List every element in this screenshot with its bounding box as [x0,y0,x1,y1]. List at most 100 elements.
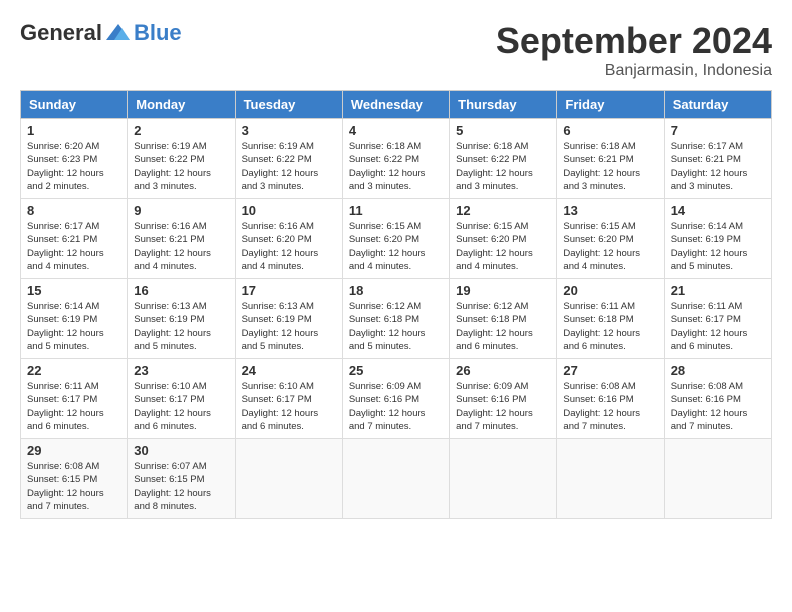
day-info: Sunrise: 6:12 AM Sunset: 6:18 PM Dayligh… [456,300,550,353]
calendar-day-cell: 17Sunrise: 6:13 AM Sunset: 6:19 PM Dayli… [235,279,342,359]
calendar-week-row: 22 Sunrise: 6:11 AM Sunset: 6:17 PM Dayli… [21,359,772,439]
col-thursday: Thursday [450,91,557,119]
calendar-day-cell: 23 Sunrise: 6:10 AM Sunset: 6:17 PM Dayli… [128,359,235,439]
logo: General Blue [20,20,182,46]
calendar-header-row: Sunday Monday Tuesday Wednesday Thursday… [21,91,772,119]
day-number: 22 [27,363,121,378]
day-info: Sunrise: 6:15 AM Sunset: 6:20 PM Dayligh… [563,220,657,273]
day-info: Sunrise: 6:11 AM Sunset: 6:18 PM Dayligh… [563,300,657,353]
calendar-day-cell: 20 Sunrise: 6:11 AM Sunset: 6:18 PM Dayli… [557,279,664,359]
empty-cell [342,439,449,519]
day-info: Sunrise: 6:17 AM Sunset: 6:21 PM Dayligh… [27,220,121,273]
calendar-week-row: 29 Sunrise: 6:08 AM Sunset: 6:15 PM Dayli… [21,439,772,519]
calendar-day-cell: 12 Sunrise: 6:15 AM Sunset: 6:20 PM Dayli… [450,199,557,279]
calendar-day-cell: 18 Sunrise: 6:12 AM Sunset: 6:18 PM Dayli… [342,279,449,359]
calendar-week-row: 8 Sunrise: 6:17 AM Sunset: 6:21 PM Daylig… [21,199,772,279]
calendar-table: Sunday Monday Tuesday Wednesday Thursday… [20,90,772,519]
day-number: 19 [456,283,550,298]
day-info: Sunrise: 6:13 AM Sunset: 6:19 PM Dayligh… [134,300,228,353]
calendar-day-cell: 8 Sunrise: 6:17 AM Sunset: 6:21 PM Daylig… [21,199,128,279]
col-sunday: Sunday [21,91,128,119]
calendar-day-cell: 15Sunrise: 6:14 AM Sunset: 6:19 PM Dayli… [21,279,128,359]
day-number: 16 [134,283,228,298]
day-number: 18 [349,283,443,298]
day-info: Sunrise: 6:07 AM Sunset: 6:15 PM Dayligh… [134,460,228,513]
calendar-day-cell: 25Sunrise: 6:09 AM Sunset: 6:16 PM Dayli… [342,359,449,439]
day-number: 26 [456,363,550,378]
day-info: Sunrise: 6:17 AM Sunset: 6:21 PM Dayligh… [671,140,765,193]
day-info: Sunrise: 6:16 AM Sunset: 6:20 PM Dayligh… [242,220,336,273]
day-number: 1 [27,123,121,138]
col-friday: Friday [557,91,664,119]
day-info: Sunrise: 6:09 AM Sunset: 6:16 PM Dayligh… [456,380,550,433]
day-info: Sunrise: 6:13 AM Sunset: 6:19 PM Dayligh… [242,300,336,353]
calendar-day-cell: 6 Sunrise: 6:18 AM Sunset: 6:21 PM Daylig… [557,119,664,199]
day-info: Sunrise: 6:15 AM Sunset: 6:20 PM Dayligh… [456,220,550,273]
day-number: 27 [563,363,657,378]
day-number: 14 [671,203,765,218]
day-number: 20 [563,283,657,298]
col-wednesday: Wednesday [342,91,449,119]
day-info: Sunrise: 6:12 AM Sunset: 6:18 PM Dayligh… [349,300,443,353]
day-info: Sunrise: 6:18 AM Sunset: 6:22 PM Dayligh… [456,140,550,193]
day-number: 30 [134,443,228,458]
day-number: 7 [671,123,765,138]
empty-cell [450,439,557,519]
day-info: Sunrise: 6:09 AM Sunset: 6:16 PM Dayligh… [349,380,443,433]
calendar-week-row: 1 Sunrise: 6:20 AM Sunset: 6:23 PM Daylig… [21,119,772,199]
day-number: 29 [27,443,121,458]
day-number: 9 [134,203,228,218]
calendar-day-cell: 10 Sunrise: 6:16 AM Sunset: 6:20 PM Dayli… [235,199,342,279]
day-info: Sunrise: 6:08 AM Sunset: 6:16 PM Dayligh… [671,380,765,433]
calendar-day-cell: 14 Sunrise: 6:14 AM Sunset: 6:19 PM Dayli… [664,199,771,279]
calendar-day-cell: 3Sunrise: 6:19 AM Sunset: 6:22 PM Daylig… [235,119,342,199]
logo-icon [104,22,132,44]
calendar-day-cell: 29 Sunrise: 6:08 AM Sunset: 6:15 PM Dayli… [21,439,128,519]
day-number: 5 [456,123,550,138]
day-info: Sunrise: 6:18 AM Sunset: 6:22 PM Dayligh… [349,140,443,193]
day-number: 23 [134,363,228,378]
logo-general-text: General [20,20,102,46]
location-subtitle: Banjarmasin, Indonesia [496,62,772,80]
page-header: General Blue September 2024 Banjarmasin,… [20,20,772,80]
day-number: 24 [242,363,336,378]
title-block: September 2024 Banjarmasin, Indonesia [496,20,772,80]
day-info: Sunrise: 6:20 AM Sunset: 6:23 PM Dayligh… [27,140,121,193]
day-number: 10 [242,203,336,218]
day-info: Sunrise: 6:11 AM Sunset: 6:17 PM Dayligh… [671,300,765,353]
day-info: Sunrise: 6:15 AM Sunset: 6:20 PM Dayligh… [349,220,443,273]
col-monday: Monday [128,91,235,119]
day-number: 21 [671,283,765,298]
month-title: September 2024 [496,20,772,62]
calendar-day-cell: 5 Sunrise: 6:18 AM Sunset: 6:22 PM Daylig… [450,119,557,199]
calendar-day-cell: 4Sunrise: 6:18 AM Sunset: 6:22 PM Daylig… [342,119,449,199]
day-info: Sunrise: 6:08 AM Sunset: 6:16 PM Dayligh… [563,380,657,433]
calendar-day-cell: 1 Sunrise: 6:20 AM Sunset: 6:23 PM Daylig… [21,119,128,199]
day-info: Sunrise: 6:11 AM Sunset: 6:17 PM Dayligh… [27,380,121,433]
col-tuesday: Tuesday [235,91,342,119]
day-info: Sunrise: 6:18 AM Sunset: 6:21 PM Dayligh… [563,140,657,193]
day-info: Sunrise: 6:19 AM Sunset: 6:22 PM Dayligh… [134,140,228,193]
calendar-day-cell: 24 Sunrise: 6:10 AM Sunset: 6:17 PM Dayli… [235,359,342,439]
day-number: 11 [349,203,443,218]
calendar-week-row: 15Sunrise: 6:14 AM Sunset: 6:19 PM Dayli… [21,279,772,359]
day-info: Sunrise: 6:10 AM Sunset: 6:17 PM Dayligh… [134,380,228,433]
day-number: 28 [671,363,765,378]
logo-blue-text: Blue [134,20,182,46]
day-number: 12 [456,203,550,218]
day-info: Sunrise: 6:10 AM Sunset: 6:17 PM Dayligh… [242,380,336,433]
col-saturday: Saturday [664,91,771,119]
calendar-day-cell: 11 Sunrise: 6:15 AM Sunset: 6:20 PM Dayli… [342,199,449,279]
day-number: 15 [27,283,121,298]
day-number: 6 [563,123,657,138]
calendar-day-cell: 27 Sunrise: 6:08 AM Sunset: 6:16 PM Dayli… [557,359,664,439]
calendar-day-cell: 21 Sunrise: 6:11 AM Sunset: 6:17 PM Dayli… [664,279,771,359]
calendar-day-cell: 26 Sunrise: 6:09 AM Sunset: 6:16 PM Dayli… [450,359,557,439]
day-number: 8 [27,203,121,218]
calendar-day-cell: 28 Sunrise: 6:08 AM Sunset: 6:16 PM Dayli… [664,359,771,439]
day-info: Sunrise: 6:14 AM Sunset: 6:19 PM Dayligh… [671,220,765,273]
calendar-day-cell: 13Sunrise: 6:15 AM Sunset: 6:20 PM Dayli… [557,199,664,279]
calendar-day-cell: 16 Sunrise: 6:13 AM Sunset: 6:19 PM Dayli… [128,279,235,359]
day-info: Sunrise: 6:08 AM Sunset: 6:15 PM Dayligh… [27,460,121,513]
empty-cell [235,439,342,519]
